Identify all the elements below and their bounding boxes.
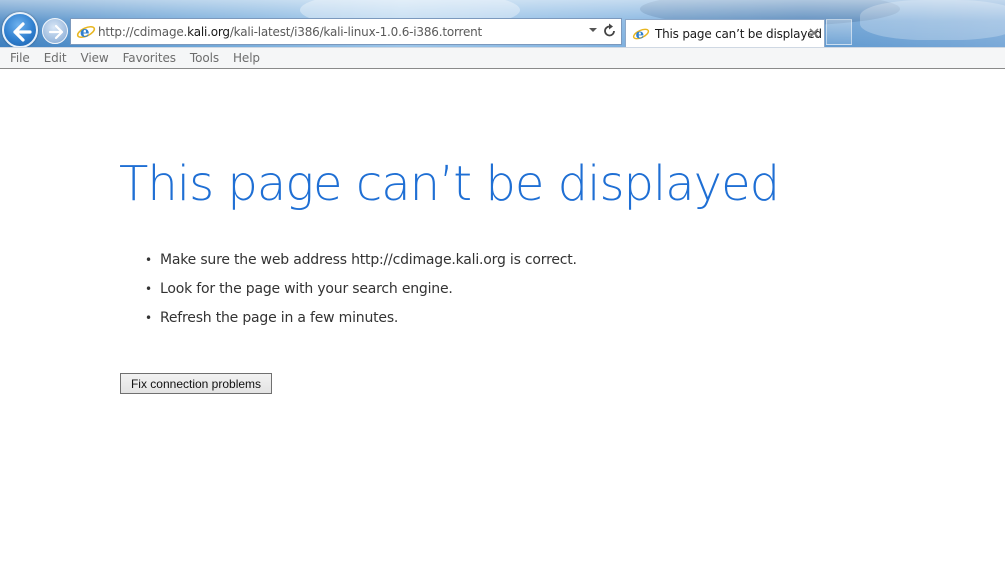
tab-title: This page can’t be displayed xyxy=(655,26,822,41)
back-button[interactable] xyxy=(2,12,38,47)
menu-bar: File Edit View Favorites Tools Help xyxy=(0,47,1005,69)
menu-favorites[interactable]: Favorites xyxy=(116,51,183,65)
url-prefix: http://cdimage. xyxy=(98,24,188,39)
menu-file[interactable]: File xyxy=(0,51,37,65)
suggestion-text: Look for the page with your search engin… xyxy=(160,281,453,297)
list-item: • Look for the page with your search eng… xyxy=(145,281,577,310)
forward-button[interactable] xyxy=(42,18,68,44)
suggestion-text: Make sure the web address http://cdimage… xyxy=(160,252,577,268)
list-item: • Make sure the web address http://cdima… xyxy=(145,252,577,281)
ie-icon: e xyxy=(76,23,96,41)
fix-connection-problems-button[interactable]: Fix connection problems xyxy=(120,373,272,394)
page-title: This page can’t be displayed xyxy=(119,156,780,212)
new-tab-button[interactable] xyxy=(826,19,852,45)
bullet-icon: • xyxy=(145,253,152,267)
menu-view[interactable]: View xyxy=(74,51,116,65)
back-arrow-icon xyxy=(13,22,32,42)
suggestion-text: Refresh the page in a few minutes. xyxy=(160,310,399,326)
tab-ie-icon: e xyxy=(632,26,650,42)
menu-edit[interactable]: Edit xyxy=(37,51,74,65)
address-url[interactable]: http://cdimage.kali.org/kali-latest/i386… xyxy=(98,25,482,39)
chevron-down-icon[interactable] xyxy=(588,25,598,35)
tab-active[interactable]: e This page can’t be displayed xyxy=(625,19,825,47)
bullet-icon: • xyxy=(145,311,152,325)
svg-text:e: e xyxy=(636,26,644,42)
list-item: • Refresh the page in a few minutes. xyxy=(145,310,577,339)
suggestions-list: • Make sure the web address http://cdima… xyxy=(145,252,577,339)
menu-tools[interactable]: Tools xyxy=(183,51,226,65)
address-bar[interactable]: e http://cdimage.kali.org/kali-latest/i3… xyxy=(70,18,622,45)
close-icon[interactable] xyxy=(808,27,820,39)
svg-text:e: e xyxy=(80,23,90,41)
forward-arrow-icon xyxy=(48,24,64,40)
menu-help[interactable]: Help xyxy=(226,51,267,65)
url-host: kali.org xyxy=(187,24,230,39)
refresh-icon[interactable] xyxy=(603,23,617,39)
url-suffix: /kali-latest/i386/kali-linux-1.0.6-i386.… xyxy=(229,24,483,39)
bullet-icon: • xyxy=(145,282,152,296)
browser-chrome: e http://cdimage.kali.org/kali-latest/i3… xyxy=(0,0,1005,47)
